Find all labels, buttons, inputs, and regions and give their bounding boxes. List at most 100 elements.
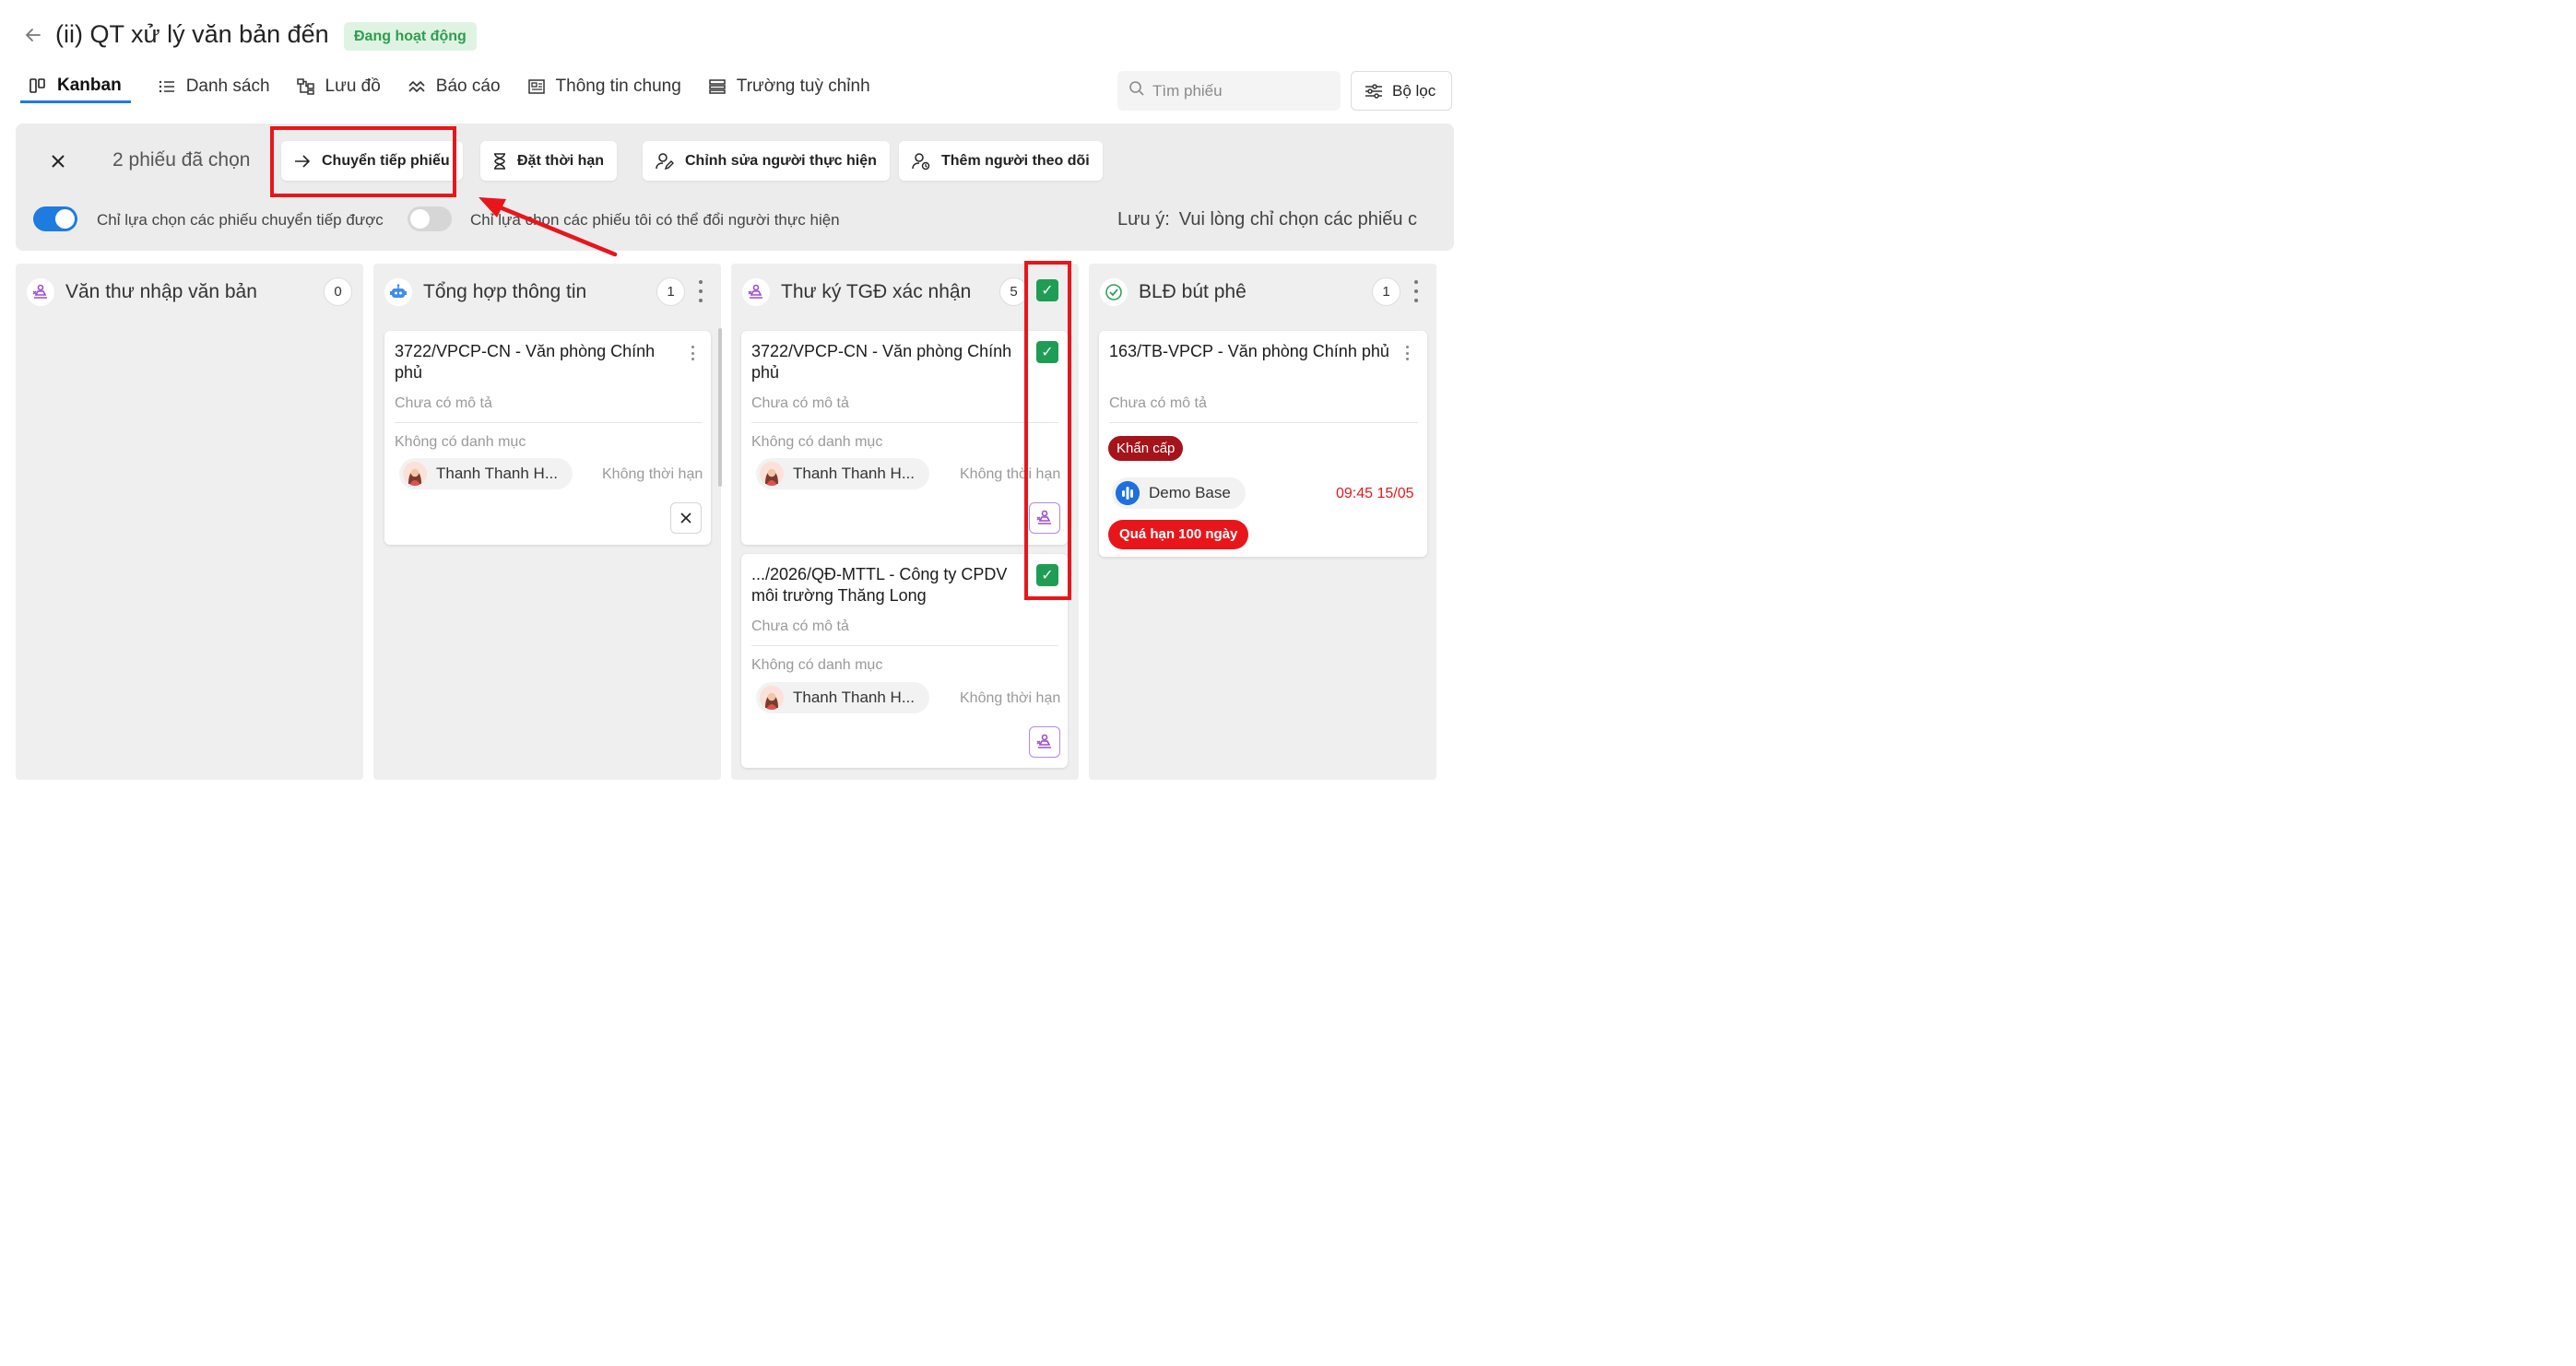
column-title: Văn thư nhập văn bản: [65, 281, 257, 302]
tab-custom-fields[interactable]: Trường tuỳ chỉnh: [707, 70, 870, 103]
card-divider: [1109, 422, 1418, 423]
set-deadline-button[interactable]: Đặt thời hạn: [480, 141, 618, 181]
ticket-card[interactable]: 3722/VPCP-CN - Văn phòng Chính phủ Chưa …: [384, 331, 711, 545]
tab-label: Danh sách: [185, 77, 270, 96]
check-circle-icon: [1100, 278, 1128, 306]
ticket-card[interactable]: 3722/VPCP-CN - Văn phòng Chính phủ Chưa …: [741, 331, 1068, 545]
assignee-chip[interactable]: Thanh Thanh H...: [756, 682, 929, 713]
selected-count: 2 phiếu đã chọn: [112, 149, 251, 171]
tab-label: Lưu đồ: [325, 77, 381, 96]
column-header: Văn thư nhập văn bản 0: [16, 264, 363, 321]
stamp-icon: [742, 278, 770, 306]
toggle-forwardable-label: Chỉ lựa chọn các phiếu chuyển tiếp được: [97, 211, 384, 229]
card-divider: [751, 645, 1058, 646]
stamp-icon: [27, 278, 54, 306]
card-more-icon[interactable]: [1403, 346, 1411, 360]
view-tabs: Kanban Danh sách Lưu đồ Báo cáo Thông ti…: [20, 70, 896, 105]
card-select-checkbox[interactable]: ✓: [1036, 341, 1058, 363]
tab-list[interactable]: Danh sách: [157, 70, 270, 103]
user-follow-icon: [912, 152, 930, 171]
tab-general-info[interactable]: Thông tin chung: [526, 70, 681, 103]
card-description: Chưa có mô tả: [751, 395, 849, 411]
card-category: Không có danh mục: [751, 657, 883, 673]
search-box: [1117, 71, 1341, 111]
tab-flowchart[interactable]: Lưu đồ: [296, 70, 381, 103]
column-count: 5: [999, 277, 1028, 306]
column-scrollbar[interactable]: [718, 328, 722, 487]
stamp-action-icon[interactable]: [1029, 502, 1060, 534]
card-category: Không có danh mục: [751, 434, 883, 450]
card-description: Chưa có mô tả: [751, 618, 849, 634]
card-title: 3722/VPCP-CN - Văn phòng Chính phủ: [395, 342, 656, 382]
overdue-badge: Quá hạn 100 ngày: [1108, 520, 1249, 549]
assignee-name: Demo Base: [1149, 484, 1231, 501]
assignee-name: Thanh Thanh H...: [436, 465, 558, 482]
note: Lưu ý: Vui lòng chỉ chọn các phiếu c: [1117, 209, 1417, 230]
card-title: .../2026/QĐ-MTTL - Công ty CPDV môi trườ…: [751, 565, 1008, 605]
stamp-action-icon[interactable]: [1029, 726, 1060, 758]
toggle-forwardable[interactable]: [33, 206, 77, 231]
back-arrow-icon[interactable]: [24, 26, 42, 44]
column-count: 1: [656, 277, 685, 306]
arrow-right-icon: [294, 154, 311, 168]
column-document-entry: Văn thư nhập văn bản 0: [16, 264, 363, 780]
note-label: Lưu ý:: [1117, 209, 1170, 230]
avatar: [403, 462, 427, 486]
flowchart-icon: [296, 77, 316, 97]
toggle-reassignable[interactable]: [408, 206, 452, 231]
column-more-icon[interactable]: [696, 280, 705, 302]
list-icon: [157, 77, 177, 97]
add-follower-label: Thêm người theo dõi: [941, 152, 1090, 169]
card-title: 3722/VPCP-CN - Văn phòng Chính phủ: [751, 342, 1012, 382]
column-count: 1: [1372, 277, 1400, 306]
assignee-chip[interactable]: Thanh Thanh H...: [399, 458, 573, 489]
set-deadline-label: Đặt thời hạn: [517, 152, 605, 169]
column-count: 0: [324, 277, 352, 306]
ticket-card[interactable]: .../2026/QĐ-MTTL - Công ty CPDV môi trườ…: [741, 554, 1068, 768]
card-divider: [751, 422, 1058, 423]
card-select-checkbox[interactable]: ✓: [1036, 564, 1058, 586]
search-input[interactable]: [1152, 81, 1337, 100]
column-header: Thư ký TGĐ xác nhận 5: [731, 264, 1079, 321]
note-text: Vui lòng chỉ chọn các phiếu c: [1178, 209, 1418, 230]
tab-label: Trường tuỳ chỉnh: [736, 77, 870, 96]
column-title: Thư ký TGĐ xác nhận: [781, 281, 972, 302]
page-title: (ii) QT xử lý văn bản đến: [55, 20, 329, 48]
tab-label: Kanban: [57, 75, 122, 95]
add-follower-button[interactable]: Thêm người theo dõi: [899, 141, 1103, 181]
assignee-name: Thanh Thanh H...: [793, 689, 915, 706]
avatar: [760, 686, 784, 710]
filter-button[interactable]: Bộ lọc: [1351, 71, 1452, 111]
ticket-card[interactable]: 163/TB-VPCP - Văn phòng Chính phủ Chưa c…: [1099, 331, 1427, 557]
forward-ticket-label: Chuyển tiếp phiếu: [322, 152, 450, 169]
card-divider: [395, 422, 702, 423]
card-description: Chưa có mô tả: [395, 395, 492, 411]
card-more-icon[interactable]: [689, 346, 696, 360]
sliders-icon: [1365, 83, 1383, 100]
card-description: Chưa có mô tả: [1109, 395, 1207, 411]
forward-ticket-button[interactable]: Chuyển tiếp phiếu: [281, 141, 463, 181]
column-title: Tổng hợp thông tin: [423, 281, 587, 302]
assignee-chip[interactable]: Demo Base: [1112, 477, 1246, 509]
close-selection-icon[interactable]: [48, 151, 68, 171]
tab-kanban[interactable]: Kanban: [20, 70, 131, 103]
column-title: BLĐ bút phê: [1139, 281, 1247, 302]
kanban-icon: [28, 76, 48, 96]
column-select-all-checkbox[interactable]: ✓: [1036, 279, 1058, 301]
assignee-name: Thanh Thanh H...: [793, 465, 915, 482]
annotation-arrow: [479, 197, 618, 257]
close-icon[interactable]: [670, 502, 702, 534]
column-more-icon[interactable]: [1412, 280, 1421, 302]
edit-assignee-label: Chỉnh sửa người thực hiện: [685, 152, 877, 169]
assignee-chip[interactable]: Thanh Thanh H...: [756, 458, 929, 489]
column-header: BLĐ bút phê 1: [1089, 264, 1436, 321]
card-deadline: Không thời hạn: [602, 466, 703, 482]
edit-assignee-button[interactable]: Chỉnh sửa người thực hiện: [643, 141, 890, 181]
custom-fields-icon: [707, 77, 727, 97]
tab-report[interactable]: Báo cáo: [407, 70, 501, 103]
search-icon: [1128, 80, 1145, 101]
report-icon: [407, 77, 427, 97]
avatar: [760, 462, 784, 486]
card-deadline: Không thời hạn: [960, 690, 1061, 706]
card-title: 163/TB-VPCP - Văn phòng Chính phủ: [1109, 342, 1389, 360]
